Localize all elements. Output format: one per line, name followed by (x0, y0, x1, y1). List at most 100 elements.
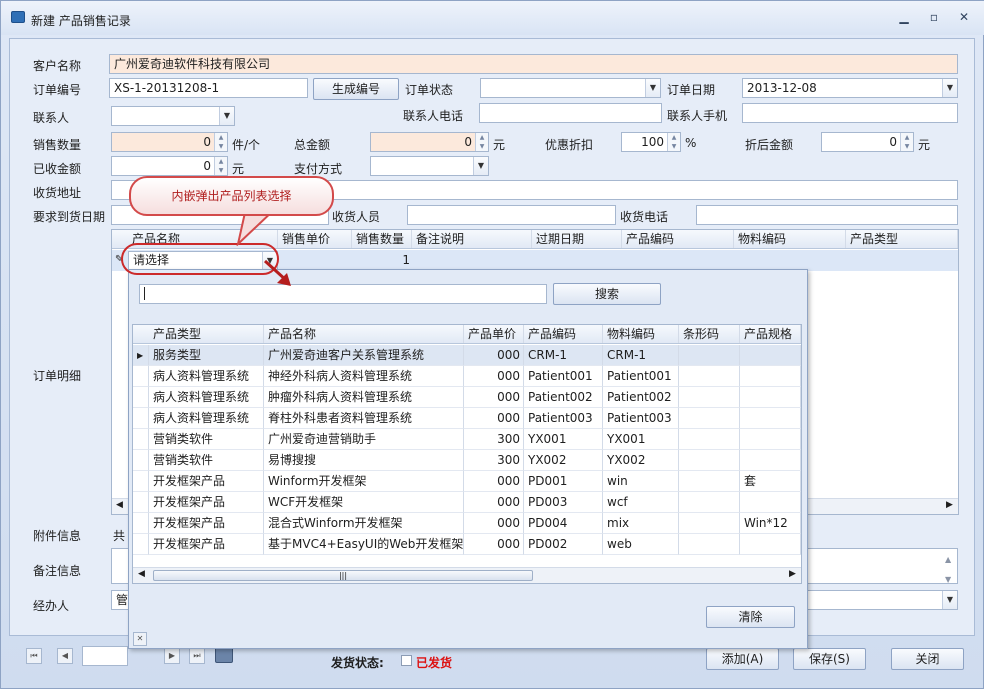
popup-col-header[interactable]: 产品规格 (740, 325, 801, 343)
sales-qty-field[interactable]: 0 ▲ ▼ (111, 132, 228, 152)
cell-bar (679, 429, 740, 450)
chevron-down-icon[interactable]: ▼ (473, 157, 488, 175)
popup-search-button[interactable]: 搜索 (553, 283, 661, 305)
scroll-right-icon[interactable]: ▶ (789, 569, 796, 579)
popup-product-grid: 产品类型 产品名称 产品单价 产品编码 物料编码 条形码 产品规格 ▶ 服务类型 广州爱奇迪客户… (132, 324, 802, 584)
table-row[interactable]: 病人资料管理系统 脊柱外科患者资料管理系统 000 Patient003 Patient… (133, 408, 801, 429)
chevron-down-icon[interactable]: ▼ (942, 591, 957, 609)
row-indicator (133, 366, 149, 387)
cell-mat: YX002 (603, 450, 679, 471)
detail-col-header[interactable]: 销售单价 (278, 230, 352, 248)
after-discount-field[interactable]: 0 ▲ ▼ (821, 132, 914, 152)
table-row[interactable]: ▶ 服务类型 广州爱奇迪客户关系管理系统 000 CRM-1 CRM-1 (133, 345, 801, 366)
table-row[interactable]: 开发框架产品 混合式Winform开发框架 000 PD004 mix Win*12 (133, 513, 801, 534)
cell-spec (740, 345, 801, 366)
cell-spec: 套 (740, 471, 801, 492)
table-row[interactable]: 病人资料管理系统 肿瘤外科病人资料管理系统 000 Patient002 Patient… (133, 387, 801, 408)
total-field[interactable]: 0 ▲ ▼ (370, 132, 489, 152)
receiver-phone-field[interactable] (696, 205, 958, 225)
spinner-icon[interactable]: ▲ ▼ (475, 133, 488, 151)
popup-clear-button[interactable]: 清除 (706, 606, 795, 628)
cell-code: PD004 (524, 513, 603, 534)
last-record-icon[interactable]: ⏭ (189, 648, 205, 664)
generate-no-button[interactable]: 生成编号 (313, 78, 399, 100)
table-row[interactable]: 开发框架产品 基于MVC4+EasyUI的Web开发框架 000 PD002 web (133, 534, 801, 555)
spinner-icon[interactable]: ▲ ▼ (667, 133, 680, 151)
detail-col-header[interactable]: 产品类型 (846, 230, 958, 248)
maximize-icon[interactable]: ▫ (924, 9, 944, 25)
popup-scrollbar[interactable]: ◀ ||| ▶ (133, 567, 801, 583)
record-position-field[interactable] (82, 646, 128, 666)
scroll-up-icon[interactable]: ▲ (945, 551, 951, 569)
scroll-down-icon[interactable]: ▼ (945, 571, 951, 583)
detail-col-header[interactable]: 过期日期 (532, 230, 622, 248)
chevron-down-icon[interactable]: ▼ (645, 79, 660, 97)
cell-price: 000 (464, 492, 524, 513)
popup-col-header[interactable]: 物料编码 (603, 325, 679, 343)
row-indicator (133, 408, 149, 429)
detail-col-header[interactable]: 产品编码 (622, 230, 734, 248)
handler-label: 经办人 (33, 599, 70, 613)
cell-code: YX001 (524, 429, 603, 450)
scroll-left-icon[interactable]: ◀ (116, 500, 123, 510)
contact-mobile-field[interactable] (742, 103, 958, 123)
popup-col-header[interactable]: 条形码 (679, 325, 740, 343)
table-row[interactable]: 病人资料管理系统 神经外科病人资料管理系统 000 Patient001 Patient… (133, 366, 801, 387)
popup-col-header[interactable]: 产品单价 (464, 325, 524, 343)
popup-col-header[interactable]: 产品类型 (149, 325, 264, 343)
minimize-icon[interactable]: ▁ (894, 9, 914, 25)
popup-close-icon[interactable]: ✕ (133, 632, 147, 646)
spinner-icon[interactable]: ▲ ▼ (900, 133, 913, 151)
popup-col-header[interactable]: 产品名称 (264, 325, 464, 343)
scroll-right-icon[interactable]: ▶ (946, 500, 953, 510)
cell-bar (679, 387, 740, 408)
order-date-field[interactable]: 2013-12-08 ▼ (742, 78, 958, 98)
cell-spec (740, 429, 801, 450)
qty-cell[interactable]: 1 (352, 250, 410, 271)
prev-record-icon[interactable]: ◀ (57, 648, 73, 664)
spinner-icon[interactable]: ▲ ▼ (214, 133, 227, 151)
next-record-icon[interactable]: ▶ (164, 648, 180, 664)
first-record-icon[interactable]: ⏮ (26, 648, 42, 664)
popup-search-input[interactable] (139, 284, 547, 304)
print-icon[interactable] (215, 647, 233, 663)
receiver-field[interactable] (407, 205, 616, 225)
cell-price: 000 (464, 408, 524, 429)
detail-col-header[interactable]: 备注说明 (412, 230, 532, 248)
sales-qty-unit: 件/个 (232, 138, 261, 152)
table-row[interactable]: 营销类软件 广州爱奇迪营销助手 300 YX001 YX001 (133, 429, 801, 450)
spinner-icon[interactable]: ▲ ▼ (214, 157, 227, 175)
popup-col-header[interactable]: 产品编码 (524, 325, 603, 343)
save-button[interactable]: 保存(S) (793, 648, 866, 670)
table-row[interactable]: 营销类软件 易博搜搜 300 YX002 YX002 (133, 450, 801, 471)
table-row[interactable]: 开发框架产品 WCF开发框架 000 PD003 wcf (133, 492, 801, 513)
chevron-down-icon[interactable]: ▼ (219, 107, 234, 125)
cell-bar (679, 471, 740, 492)
cell-name: 易博搜搜 (264, 450, 464, 471)
order-no-field[interactable]: XS-1-20131208-1 (109, 78, 308, 98)
shipped-checkbox[interactable] (401, 655, 412, 666)
contact-phone-field[interactable] (479, 103, 662, 123)
contact-select[interactable]: ▼ (111, 106, 235, 126)
cell-type: 开发框架产品 (149, 534, 264, 555)
cell-name: 混合式Winform开发框架 (264, 513, 464, 534)
discount-field[interactable]: 100 ▲ ▼ (621, 132, 681, 152)
detail-col-header[interactable]: 销售数量 (352, 230, 412, 248)
close-icon[interactable]: ✕ (954, 9, 974, 25)
scroll-left-icon[interactable]: ◀ (138, 569, 145, 579)
payment-select[interactable]: ▼ (370, 156, 489, 176)
chevron-down-icon[interactable]: ▼ (942, 79, 957, 97)
scroll-thumb[interactable]: ||| (153, 570, 533, 581)
close-button[interactable]: 关闭 (891, 648, 964, 670)
order-status-select[interactable]: ▼ (480, 78, 661, 98)
detail-col-header[interactable]: 物料编码 (734, 230, 846, 248)
cell-type: 服务类型 (149, 345, 264, 366)
add-button[interactable]: 添加(A) (706, 648, 779, 670)
arrow-icon (263, 259, 291, 286)
shipped-label[interactable]: 已发货 (416, 654, 452, 671)
received-field[interactable]: 0 ▲ ▼ (111, 156, 228, 176)
table-row[interactable]: 开发框架产品 Winform开发框架 000 PD001 win 套 (133, 471, 801, 492)
cell-type: 病人资料管理系统 (149, 387, 264, 408)
customer-field[interactable]: 广州爱奇迪软件科技有限公司 (109, 54, 958, 74)
after-discount-unit: 元 (918, 138, 931, 152)
